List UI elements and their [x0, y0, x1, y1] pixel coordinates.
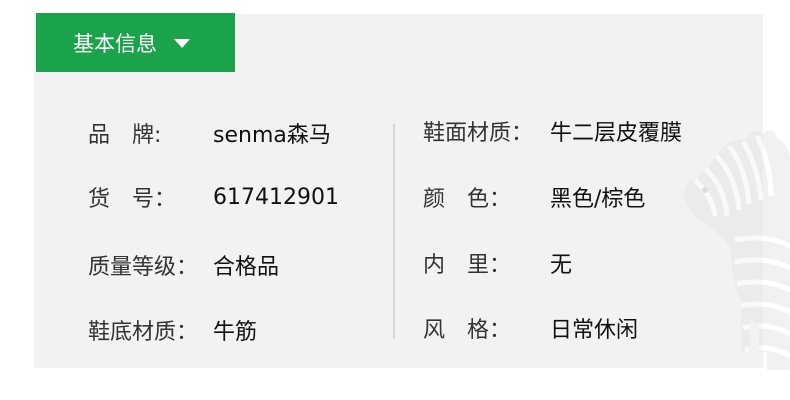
attribute-value: 日常休闲: [550, 318, 639, 343]
attribute-row-lining: 内 里： 无: [423, 246, 572, 280]
attribute-row-quality-grade: 质量等级： 合格品: [88, 248, 279, 282]
attribute-label: 鞋底材质：: [88, 320, 199, 345]
basic-info-tab-label: 基本信息: [73, 31, 157, 56]
attribute-label: 风 格：: [423, 318, 512, 343]
attribute-row-upper-material: 鞋面材质： 牛二层皮覆膜: [423, 114, 682, 148]
caret-down-icon[interactable]: [174, 39, 190, 48]
attribute-row-style: 风 格： 日常休闲: [423, 311, 638, 345]
attribute-value: 牛二层皮覆膜: [550, 121, 683, 146]
attribute-row-brand: 品 牌: senma森马: [88, 116, 331, 150]
column-divider: [393, 124, 395, 339]
attribute-value: 黑色/棕色: [550, 187, 646, 212]
attribute-row-sole-material: 鞋底材质： 牛筋: [88, 313, 257, 347]
basic-info-tab[interactable]: 基本信息: [36, 13, 235, 72]
attribute-value: 合格品: [213, 255, 280, 280]
attribute-value: 无: [550, 253, 573, 278]
attribute-label: 货 号：: [88, 187, 177, 212]
zebra-watermark-icon: [683, 130, 790, 370]
attribute-label: 质量等级：: [88, 255, 199, 280]
attribute-label: 颜 色：: [423, 187, 512, 212]
attribute-value: 牛筋: [213, 320, 258, 345]
attribute-row-color: 颜 色： 黑色/棕色: [423, 180, 645, 214]
attribute-label: 鞋面材质：: [423, 121, 534, 146]
attribute-value: senma森马: [213, 123, 331, 148]
attribute-label: 内 里：: [423, 253, 512, 278]
attribute-row-item-number: 货 号： 617412901: [88, 180, 339, 214]
attribute-label: 品 牌:: [88, 123, 162, 148]
attribute-value: 617412901: [213, 184, 339, 210]
